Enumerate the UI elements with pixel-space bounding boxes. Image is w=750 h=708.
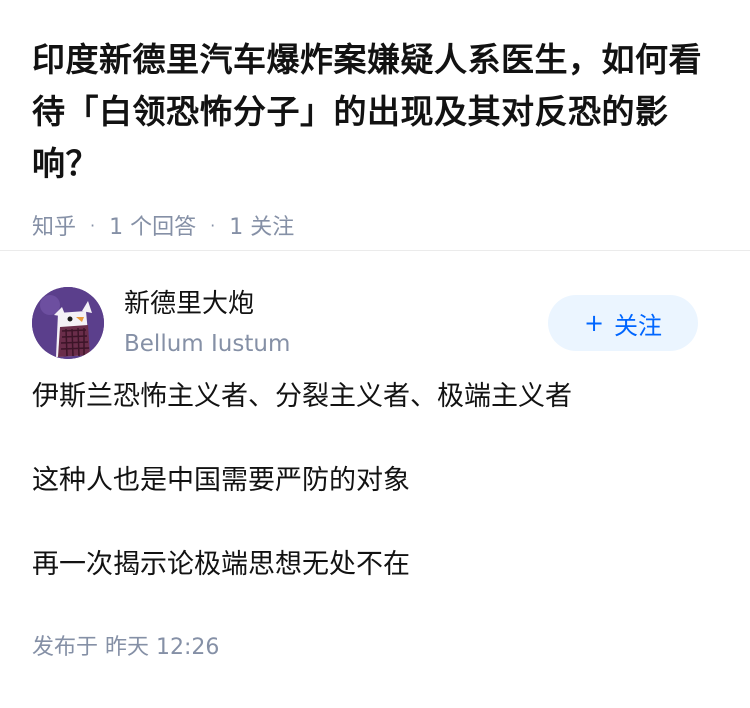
author-row: 新德里大炮 Bellum Iustum + 关注: [32, 251, 718, 371]
answer-paragraph: 这种人也是中国需要严防的对象: [32, 465, 410, 496]
answer-count[interactable]: 1 个回答: [109, 209, 196, 241]
follow-button[interactable]: + 关注: [548, 295, 698, 351]
page: 印度新德里汽车爆炸案嫌疑人系医生，如何看待「白领恐怖分子」的出现及其对反恐的影响…: [0, 0, 750, 708]
question-header: 印度新德里汽车爆炸案嫌疑人系医生，如何看待「白领恐怖分子」的出现及其对反恐的影响…: [0, 0, 750, 240]
follow-button-label: 关注: [614, 311, 663, 340]
avatar[interactable]: [32, 287, 104, 359]
author-name[interactable]: 新德里大炮: [124, 287, 254, 321]
answer-paragraph: 再一次揭示论极端思想无处不在: [32, 549, 410, 580]
meta-separator: ·: [210, 215, 216, 235]
question-meta: 知乎 · 1 个回答 · 1 关注: [32, 208, 718, 242]
avatar-illustration-icon: [32, 287, 104, 359]
answer-paragraph: 伊斯兰恐怖主义者、分裂主义者、极端主义者: [32, 381, 572, 412]
question-title[interactable]: 印度新德里汽车爆炸案嫌疑人系医生，如何看待「白领恐怖分子」的出现及其对反恐的影响…: [32, 34, 718, 190]
author-bio: Bellum Iustum: [124, 331, 291, 357]
answer-body: 伊斯兰恐怖主义者、分裂主义者、极端主义者 这种人也是中国需要严防的对象 再一次揭…: [32, 377, 718, 585]
source-label[interactable]: 知乎: [32, 209, 76, 241]
answer-card: 新德里大炮 Bellum Iustum + 关注 伊斯兰恐怖主义者、分裂主义者、…: [0, 251, 750, 661]
follow-count: 1 关注: [229, 215, 295, 240]
meta-separator: ·: [90, 215, 96, 235]
plus-icon: +: [583, 309, 605, 337]
answer-timestamp: 发布于 昨天 12:26: [32, 635, 220, 660]
